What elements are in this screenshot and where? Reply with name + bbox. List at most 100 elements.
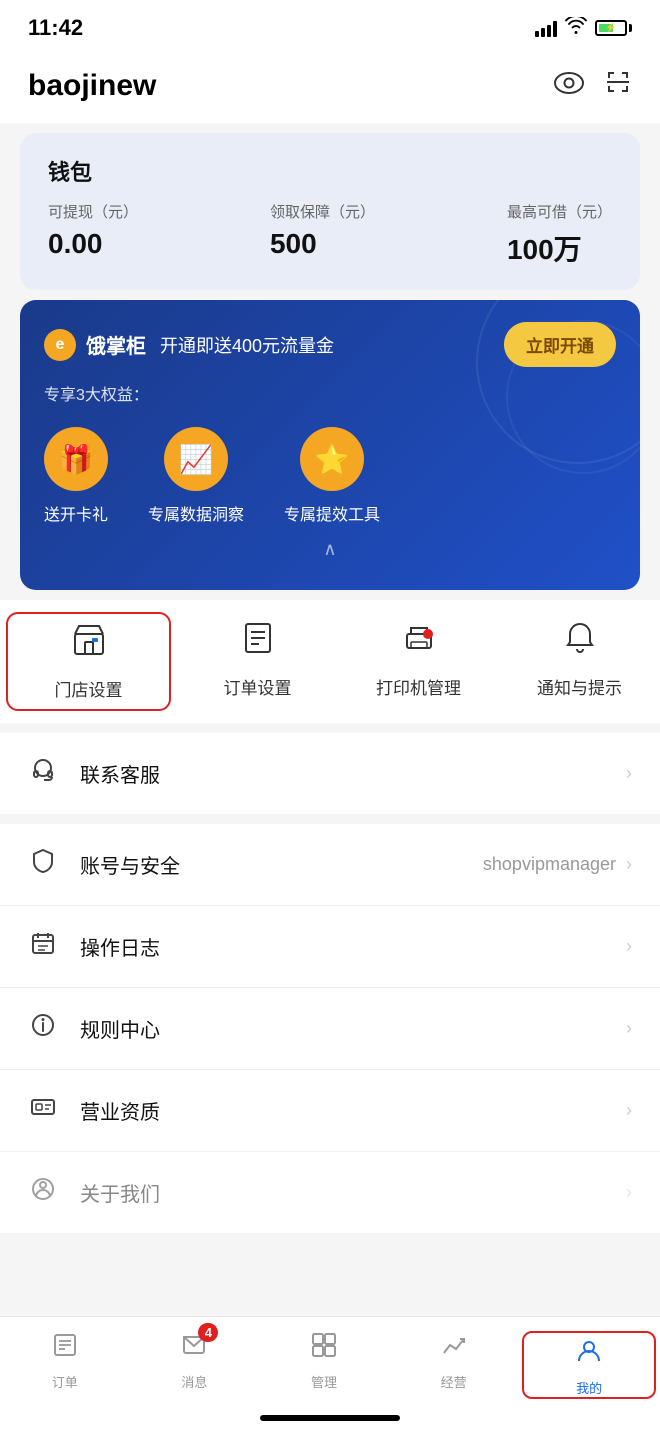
about-icon — [28, 1176, 58, 1209]
bottom-nav-message[interactable]: 4 消息 — [130, 1331, 260, 1399]
promo-brand: e 饿掌柜 开通即送400元流量金 — [44, 329, 334, 361]
promo-icon-gift: 🎁 送开卡礼 — [44, 427, 108, 525]
promo-activate-button[interactable]: 立即开通 — [504, 322, 616, 367]
promo-icon-data: 📈 专属数据洞察 — [148, 427, 244, 525]
list-item-customer-service[interactable]: 联系客服 › — [0, 733, 660, 814]
store-icon — [71, 622, 107, 666]
quick-menu-item-store[interactable]: 门店设置 — [6, 612, 171, 711]
list-item-business-license[interactable]: 营业资质 › — [0, 1070, 660, 1152]
list-label-1: 账号与安全 — [80, 850, 483, 879]
bottom-nav-mine[interactable]: 我的 — [522, 1331, 656, 1399]
list-item-account-security[interactable]: 账号与安全 shopvipmanager › — [0, 824, 660, 906]
bottom-label-4: 我的 — [576, 1378, 602, 1397]
scan-icon[interactable] — [604, 68, 632, 103]
list-label-4: 营业资质 — [80, 1096, 626, 1125]
wallet-title: 钱包 — [48, 155, 612, 187]
wallet-item-maxloan: 最高可借（元） 100万 — [507, 201, 612, 268]
quick-menu: 门店设置 订单设置 打印机管理 — [0, 600, 660, 723]
shield-icon — [28, 848, 58, 881]
eye-icon[interactable] — [554, 70, 584, 101]
status-bar: 11:42 ⚡ — [0, 0, 660, 52]
promo-subtitle: 专享3大权益： — [44, 381, 616, 405]
wallet-label-2: 最高可借（元） — [507, 201, 612, 222]
list-item-operation-log[interactable]: 操作日志 › — [0, 906, 660, 988]
wallet-label-0: 可提现（元） — [48, 201, 138, 222]
page-title: baojinew — [28, 69, 156, 103]
home-indicator — [260, 1415, 400, 1421]
promo-banner: e 饿掌柜 开通即送400元流量金 立即开通 专享3大权益： 🎁 送开卡礼 📈 … — [20, 300, 640, 590]
bottom-label-2: 管理 — [311, 1372, 337, 1391]
status-time: 11:42 — [28, 15, 83, 41]
wallet-item-withdrawable: 可提现（元） 0.00 — [48, 201, 138, 268]
calendar-icon — [28, 930, 58, 963]
chevron-up-icon: ∧ — [323, 539, 336, 560]
bottom-order-icon — [51, 1331, 79, 1366]
quick-menu-label-0: 门店设置 — [55, 676, 123, 701]
signal-icon — [535, 19, 557, 37]
list-label-2: 操作日志 — [80, 932, 626, 961]
wallet-value-0: 0.00 — [48, 228, 138, 260]
bottom-nav-order[interactable]: 订单 — [0, 1331, 130, 1399]
order-settings-icon — [240, 620, 276, 664]
chart-icon: 📈 — [164, 427, 228, 491]
wallet-card: 钱包 可提现（元） 0.00 领取保障（元） 500 最高可借（元） 100万 — [20, 133, 640, 290]
list-item-about[interactable]: 关于我们 › — [0, 1152, 660, 1233]
status-icons: ⚡ — [535, 17, 632, 40]
bottom-stats-icon — [440, 1331, 468, 1366]
promo-chevron: ∧ — [44, 539, 616, 560]
promo-icon-tool: ⭐ 专属提效工具 — [284, 427, 380, 525]
id-card-icon — [28, 1094, 58, 1127]
chevron-right-icon-5: › — [626, 1182, 632, 1203]
message-badge: 4 — [198, 1323, 218, 1342]
bottom-label-3: 经营 — [441, 1372, 467, 1391]
promo-tagline: 开通即送400元流量金 — [160, 332, 334, 358]
list-item-rules[interactable]: 规则中心 › — [0, 988, 660, 1070]
bottom-nav-stats[interactable]: 经营 — [389, 1331, 519, 1399]
bottom-nav: 订单 4 消息 管理 — [0, 1316, 660, 1429]
battery-icon: ⚡ — [595, 20, 632, 36]
quick-menu-label-3: 通知与提示 — [537, 674, 622, 699]
promo-brand-name: 饿掌柜 — [86, 330, 146, 359]
list-section: 联系客服 › — [0, 733, 660, 814]
list-section-2: 账号与安全 shopvipmanager › 操作日志 › 规则中 — [0, 824, 660, 1233]
bell-icon — [562, 620, 598, 664]
bottom-message-icon: 4 — [180, 1331, 208, 1366]
info-icon — [28, 1012, 58, 1045]
bottom-mine-icon — [575, 1337, 603, 1372]
promo-icon-label-1: 专属数据洞察 — [148, 501, 244, 525]
header-icons — [554, 68, 632, 103]
quick-menu-item-printer[interactable]: 打印机管理 — [338, 620, 499, 703]
list-label-5: 关于我们 — [80, 1178, 626, 1207]
wifi-icon — [565, 17, 587, 40]
star-icon: ⭐ — [300, 427, 364, 491]
list-label-0: 联系客服 — [80, 759, 626, 788]
promo-icons: 🎁 送开卡礼 📈 专属数据洞察 ⭐ 专属提效工具 — [44, 427, 616, 525]
promo-icon-label-0: 送开卡礼 — [44, 501, 108, 525]
list-value-1: shopvipmanager — [483, 854, 616, 875]
promo-top: e 饿掌柜 开通即送400元流量金 立即开通 — [44, 322, 616, 367]
gift-icon: 🎁 — [44, 427, 108, 491]
quick-menu-item-order[interactable]: 订单设置 — [177, 620, 338, 703]
promo-icon-label-2: 专属提效工具 — [284, 501, 380, 525]
bottom-label-0: 订单 — [52, 1372, 78, 1391]
chevron-right-icon-2: › — [626, 936, 632, 957]
wallet-value-1: 500 — [270, 228, 375, 260]
quick-menu-label-2: 打印机管理 — [376, 674, 461, 699]
list-label-3: 规则中心 — [80, 1014, 626, 1043]
headset-icon — [28, 757, 58, 790]
chevron-right-icon-4: › — [626, 1100, 632, 1121]
promo-logo: e — [44, 329, 76, 361]
bottom-nav-manage[interactable]: 管理 — [259, 1331, 389, 1399]
chevron-right-icon-1: › — [626, 854, 632, 875]
printer-icon — [401, 620, 437, 664]
bottom-label-1: 消息 — [181, 1372, 207, 1391]
chevron-right-icon-3: › — [626, 1018, 632, 1039]
quick-menu-label-1: 订单设置 — [224, 674, 292, 699]
quick-menu-item-notifications[interactable]: 通知与提示 — [499, 620, 660, 703]
chevron-right-icon-0: › — [626, 763, 632, 784]
bottom-manage-icon — [310, 1331, 338, 1366]
wallet-value-2: 100万 — [507, 228, 612, 268]
header: baojinew — [0, 52, 660, 123]
wallet-item-guarantee: 领取保障（元） 500 — [270, 201, 375, 268]
wallet-items: 可提现（元） 0.00 领取保障（元） 500 最高可借（元） 100万 — [48, 201, 612, 268]
